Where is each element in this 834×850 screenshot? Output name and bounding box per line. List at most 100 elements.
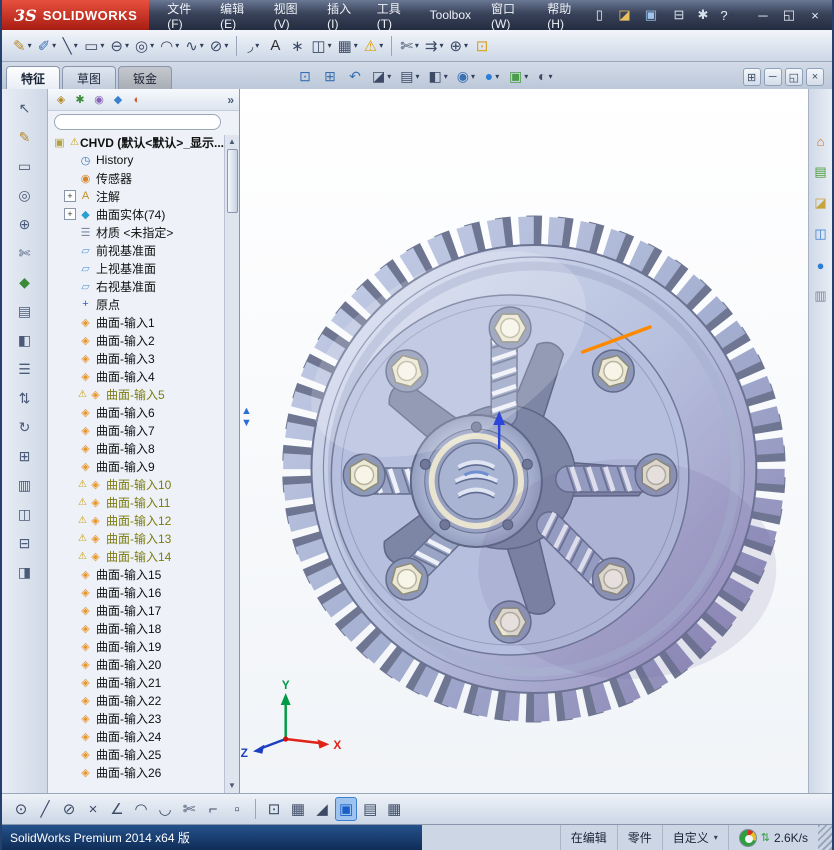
gear-model[interactable]: Y X Z: [240, 89, 808, 793]
tree-item[interactable]: ⚠ ◈ 曲面-输入12: [60, 511, 239, 529]
dropdown-caret-icon[interactable]: ▾: [379, 41, 383, 50]
tab-features[interactable]: 特征: [6, 66, 61, 89]
customize-menu[interactable]: 自定义 ▾: [661, 825, 728, 850]
left-toolbar-icon[interactable]: ⊟: [14, 532, 36, 554]
zoom-to-area-icon[interactable]: ⊞: [319, 65, 341, 87]
tree-item[interactable]: ◈ 曲面-输入25: [60, 745, 239, 763]
ellipse-icon[interactable]: ⊘ ▾: [207, 34, 232, 58]
menu-view[interactable]: 视图(V): [264, 0, 317, 31]
view-orientation-icon[interactable]: ▤ ▾: [397, 65, 422, 87]
left-toolbar-icon[interactable]: ▥: [14, 474, 36, 496]
tree-item[interactable]: ▱ 右视基准面: [60, 277, 239, 295]
spline-icon[interactable]: ∿ ▾: [182, 34, 207, 58]
configurationmanager-tab-icon[interactable]: ◉: [91, 91, 107, 109]
home-icon[interactable]: ⌂: [811, 131, 831, 151]
snap-box-icon[interactable]: ▫: [226, 797, 248, 821]
convert-entities-icon[interactable]: ⊕ ▾: [446, 34, 471, 58]
menu-edit[interactable]: 编辑(E): [210, 0, 263, 31]
doc-close-icon[interactable]: ×: [806, 68, 824, 86]
dropdown-caret-icon[interactable]: ▾: [495, 72, 499, 81]
tree-item[interactable]: + A 注解: [60, 187, 239, 205]
snap-arc-icon[interactable]: ◠: [130, 797, 152, 821]
dropdown-caret-icon[interactable]: ▾: [524, 72, 528, 81]
offset-entities-icon[interactable]: ⇉ ▾: [422, 34, 447, 58]
text-icon[interactable]: A: [264, 34, 286, 58]
hide-show-items-icon[interactable]: ◉ ▾: [454, 65, 478, 87]
minimize-button[interactable]: ─: [752, 4, 774, 26]
tree-item[interactable]: ◈ 曲面-输入16: [60, 583, 239, 601]
dropdown-caret-icon[interactable]: ▾: [100, 41, 104, 50]
rectangle-icon[interactable]: ▭ ▾: [81, 34, 107, 58]
snap-center-icon[interactable]: ⊘: [58, 797, 80, 821]
dropdown-caret-icon[interactable]: ▾: [255, 41, 259, 50]
tree-item[interactable]: ◈ 曲面-输入26: [60, 763, 239, 781]
shaded-sketch-icon[interactable]: ▣: [335, 797, 358, 821]
tree-item[interactable]: ⚠ ◈ 曲面-输入10: [60, 475, 239, 493]
linear-pattern-icon[interactable]: ▦ ▾: [335, 34, 361, 58]
snap-tangent-icon[interactable]: ◡: [154, 797, 176, 821]
dropdown-caret-icon[interactable]: ▾: [74, 41, 78, 50]
dropdown-caret-icon[interactable]: ▾: [549, 72, 553, 81]
tree-item[interactable]: ◈ 曲面-输入19: [60, 637, 239, 655]
graphics-area[interactable]: Y X Z ▲ ▼: [240, 89, 808, 793]
dropdown-caret-icon[interactable]: ▾: [415, 41, 419, 50]
grid-icon[interactable]: ▦: [287, 797, 309, 821]
circle-icon[interactable]: ◎ ▾: [132, 34, 157, 58]
panel-expand-chevrons[interactable]: »: [227, 93, 234, 107]
appearances-icon[interactable]: ●: [811, 255, 831, 275]
menu-help[interactable]: 帮助(H): [537, 0, 591, 31]
display-relations-icon[interactable]: ⚠ ▾: [361, 34, 386, 58]
dropdown-caret-icon[interactable]: ▾: [328, 41, 332, 50]
dropdown-caret-icon[interactable]: ▾: [354, 41, 358, 50]
panel-splitter-arrows[interactable]: ▲ ▼: [241, 405, 252, 429]
apply-scene-icon[interactable]: ▣ ▾: [506, 65, 531, 87]
tree-item[interactable]: ⚠ ◈ 曲面-输入14: [60, 547, 239, 565]
planes-list-icon[interactable]: ▤: [359, 797, 381, 821]
dropdown-caret-icon[interactable]: ▾: [444, 72, 448, 81]
restore-button[interactable]: ◱: [778, 4, 800, 26]
left-toolbar-icon[interactable]: ☰: [14, 358, 36, 380]
tile-windows-icon[interactable]: ⊞: [742, 68, 761, 86]
snap-point-icon[interactable]: ⊙: [10, 797, 32, 821]
propertymanager-tab-icon[interactable]: ✱: [72, 91, 88, 109]
open-icon[interactable]: ◪ ▾: [615, 4, 639, 26]
left-toolbar-icon[interactable]: ✎: [14, 126, 36, 148]
save-icon[interactable]: ▣ ▾: [642, 4, 666, 26]
file-explorer-icon[interactable]: ◪: [811, 193, 831, 213]
dropdown-caret-icon[interactable]: ▾: [150, 41, 154, 50]
sketch-icon[interactable]: ✎ ▾: [10, 34, 35, 58]
tree-item[interactable]: + 原点: [60, 295, 239, 313]
tree-item[interactable]: ◈ 曲面-输入6: [60, 403, 239, 421]
tree-item[interactable]: ◈ 曲面-输入9: [60, 457, 239, 475]
trim-entities-icon[interactable]: ✄ ▾: [397, 34, 422, 58]
snap-corner-icon[interactable]: ⌐: [202, 797, 224, 821]
dropdown-caret-icon[interactable]: ▾: [224, 41, 228, 50]
mirror-entities-icon[interactable]: ◫ ▾: [308, 34, 334, 58]
new-document-icon[interactable]: ▯ ▾: [591, 4, 613, 26]
tree-item[interactable]: ⚠ ◈ 曲面-输入5: [60, 385, 239, 403]
print-icon[interactable]: ⊟: [668, 4, 690, 26]
dropdown-caret-icon[interactable]: ▾: [416, 72, 420, 81]
splitter-up-icon[interactable]: ▲: [241, 405, 252, 417]
design-library-icon[interactable]: ▤: [811, 162, 831, 182]
left-toolbar-icon[interactable]: ◧: [14, 329, 36, 351]
tree-item[interactable]: + ◆ 曲面实体(74): [60, 205, 239, 223]
dropdown-caret-icon[interactable]: ▾: [200, 41, 204, 50]
options-icon[interactable]: ✱: [692, 4, 714, 26]
tree-item[interactable]: ◈ 曲面-输入8: [60, 439, 239, 457]
left-toolbar-icon[interactable]: ◫: [14, 503, 36, 525]
displaymanager-tab-icon[interactable]: ◐: [129, 91, 145, 109]
splitter-down-icon[interactable]: ▼: [241, 417, 252, 429]
featuremanager-tab-icon[interactable]: ◈: [53, 91, 69, 109]
grid-settings-icon[interactable]: ⊡: [263, 797, 285, 821]
tree-item[interactable]: ◈ 曲面-输入18: [60, 619, 239, 637]
left-toolbar-icon[interactable]: ↖: [14, 97, 36, 119]
arc-icon[interactable]: ◠ ▾: [157, 34, 182, 58]
left-toolbar-icon[interactable]: ✄: [14, 242, 36, 264]
tree-item[interactable]: ◈ 曲面-输入7: [60, 421, 239, 439]
tree-item[interactable]: ◈ 曲面-输入17: [60, 601, 239, 619]
left-toolbar-icon[interactable]: ⊕: [14, 213, 36, 235]
tree-item[interactable]: ◷ History: [60, 151, 239, 169]
dropdown-caret-icon[interactable]: ▾: [125, 41, 129, 50]
scroll-up-icon[interactable]: ▲: [228, 135, 236, 149]
